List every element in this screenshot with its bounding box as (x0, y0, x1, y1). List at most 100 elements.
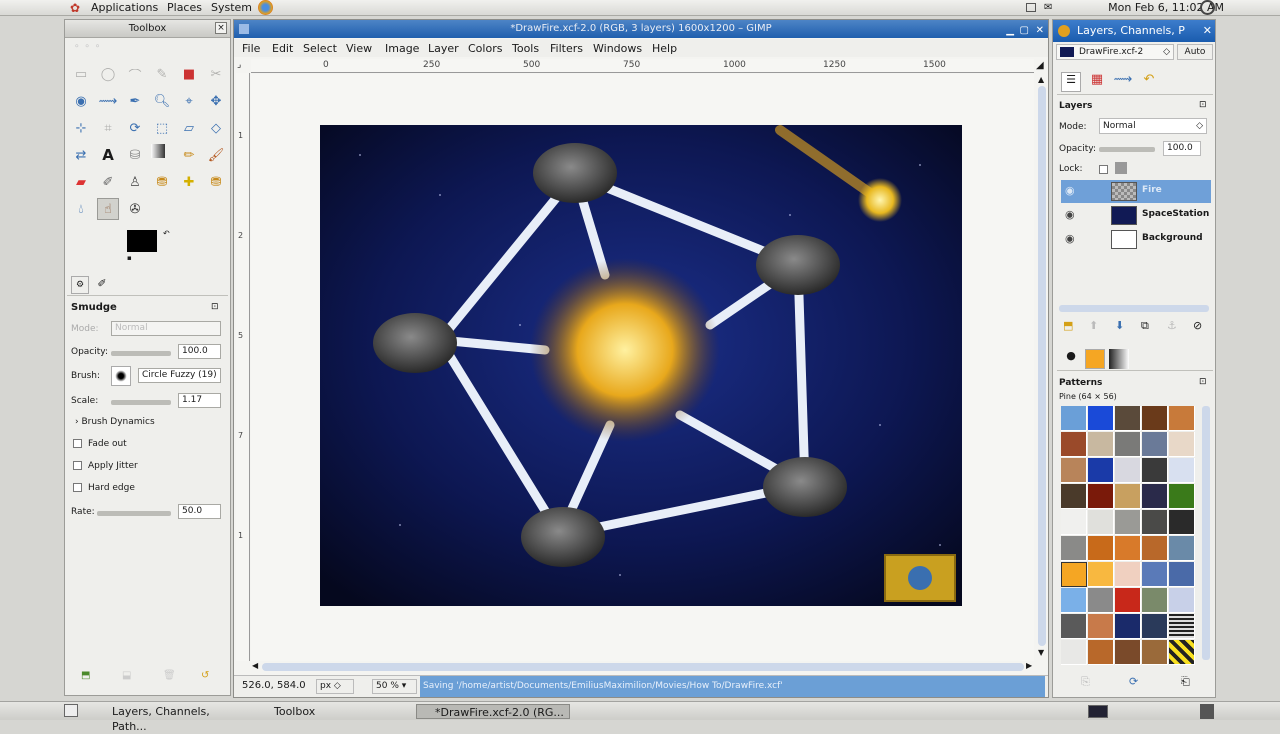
visibility-eye-icon[interactable]: ◉ (1065, 232, 1075, 245)
restore-options-icon[interactable]: ⬓ (122, 670, 131, 681)
pattern-swatch[interactable] (1169, 562, 1195, 587)
navigate-icon[interactable]: ◢ (1036, 60, 1044, 71)
fade-out-checkbox[interactable] (73, 439, 82, 448)
flip-icon[interactable]: ⇄ (70, 144, 92, 166)
pattern-swatch[interactable] (1115, 406, 1141, 431)
pattern-swatch[interactable] (1115, 640, 1141, 665)
close-window-icon[interactable]: ✕ (1036, 22, 1044, 40)
minimize-icon[interactable]: ▁ (1006, 22, 1014, 40)
pattern-swatch[interactable] (1169, 432, 1195, 457)
brushes-tab-icon[interactable]: ● (1061, 349, 1081, 369)
tool-options-menu-icon[interactable]: ⊡ (211, 302, 219, 312)
hard-edge-checkbox[interactable] (73, 483, 82, 492)
airbrush-icon[interactable]: ✐ (97, 171, 119, 193)
zoom-icon[interactable]: 🔍︎ (151, 90, 173, 112)
paths-tab-icon[interactable]: ⟿ (1113, 72, 1133, 92)
menu-select[interactable]: Select (303, 42, 337, 55)
duplicate-layer-icon[interactable]: ⧉ (1141, 319, 1149, 333)
save-options-icon[interactable]: ⬒ (81, 670, 90, 681)
gradients-tab-icon[interactable] (1109, 349, 1129, 369)
reset-options-icon[interactable]: ↺ (201, 670, 209, 681)
pattern-swatch[interactable] (1169, 640, 1195, 665)
rate-field[interactable]: 50.0 (178, 504, 221, 519)
scale-icon[interactable]: ⬚ (151, 117, 173, 139)
text-icon[interactable]: A (97, 144, 119, 166)
rect-select-icon[interactable]: ▭ (70, 63, 92, 85)
pattern-swatch[interactable] (1169, 588, 1195, 613)
fade-out-option[interactable]: Fade out (73, 439, 127, 449)
menu-system[interactable]: System (211, 1, 252, 14)
menu-help[interactable]: Help (652, 42, 677, 55)
menu-layer[interactable]: Layer (428, 42, 459, 55)
auto-button[interactable]: Auto (1177, 44, 1213, 60)
dodge-burn-icon[interactable]: ✇ (124, 198, 146, 220)
power-icon[interactable] (1200, 0, 1215, 15)
pattern-swatch[interactable] (1088, 406, 1114, 431)
rotate-icon[interactable]: ⟳ (124, 117, 146, 139)
new-layer-icon[interactable]: ⬒ (1063, 319, 1073, 332)
menu-view[interactable]: View (346, 42, 372, 55)
maximize-icon[interactable]: ▢ (1020, 22, 1029, 40)
foreground-select-icon[interactable]: ◉ (70, 90, 92, 112)
hard-edge-option[interactable]: Hard edge (73, 483, 135, 493)
pattern-swatch[interactable] (1169, 484, 1195, 509)
delete-options-icon[interactable]: 🗑︎ (163, 670, 176, 681)
perspective-icon[interactable]: ◇ (205, 117, 227, 139)
window-list-icon[interactable] (1026, 3, 1036, 12)
menu-colors[interactable]: Colors (468, 42, 502, 55)
scroll-left-icon[interactable]: ◀ (252, 661, 258, 670)
unit-selector[interactable]: px ◇ (316, 679, 354, 694)
pattern-swatch[interactable] (1115, 510, 1141, 535)
pattern-swatch[interactable] (1142, 640, 1168, 665)
close-icon[interactable]: × (215, 22, 227, 34)
pattern-swatch[interactable] (1088, 432, 1114, 457)
pattern-swatch[interactable] (1061, 458, 1087, 483)
patterns-tab-icon[interactable] (1085, 349, 1105, 369)
measure-icon[interactable]: ⌖ (178, 90, 200, 112)
pattern-swatch[interactable] (1088, 640, 1114, 665)
menu-filters[interactable]: Filters (550, 42, 583, 55)
eraser-icon[interactable]: ▰ (70, 171, 92, 193)
crop-icon[interactable]: ⌗ (97, 117, 119, 139)
pattern-swatch[interactable] (1115, 536, 1141, 561)
panel-menu-icon[interactable]: ⊡ (1199, 377, 1207, 387)
pattern-swatch[interactable] (1169, 536, 1195, 561)
device-status-tab-icon[interactable]: ✐ (93, 276, 111, 294)
brush-preview[interactable] (111, 366, 131, 386)
paths-icon[interactable]: ⟿ (97, 90, 119, 112)
task-toolbox[interactable]: Toolbox (256, 704, 376, 719)
task-image-window[interactable]: *DrawFire.xcf-2.0 (RG... (416, 704, 570, 719)
layer-row-background[interactable]: ◉ Background (1061, 228, 1211, 251)
menu-places[interactable]: Places (167, 1, 202, 14)
pattern-swatch[interactable] (1061, 562, 1087, 587)
pattern-swatch[interactable] (1088, 588, 1114, 613)
perspective-clone-icon[interactable]: ⛃ (205, 171, 227, 193)
pattern-swatch[interactable] (1142, 458, 1168, 483)
image-window-titlebar[interactable]: *DrawFire.xcf-2.0 (RGB, 3 layers) 1600x1… (234, 20, 1048, 38)
apply-jitter-checkbox[interactable] (73, 461, 82, 470)
workspace-switcher[interactable] (1088, 705, 1108, 718)
image-canvas[interactable] (320, 125, 962, 606)
pattern-swatch[interactable] (1115, 458, 1141, 483)
visibility-eye-icon[interactable]: ◉ (1065, 184, 1075, 197)
menu-windows[interactable]: Windows (593, 42, 642, 55)
pattern-swatch[interactable] (1142, 562, 1168, 587)
menu-file[interactable]: File (242, 42, 260, 55)
blend-icon[interactable] (151, 144, 165, 158)
blur-icon[interactable]: 💧︎ (70, 198, 92, 220)
color-picker-icon[interactable]: ✒ (124, 90, 146, 112)
scroll-down-icon[interactable]: ▼ (1038, 648, 1044, 657)
vertical-ruler[interactable]: 1 2 5 7 1 (236, 73, 250, 661)
raise-layer-icon[interactable]: ⬆ (1089, 319, 1098, 332)
layer-opacity-field[interactable]: 100.0 (1163, 141, 1201, 156)
pattern-swatch[interactable] (1061, 484, 1087, 509)
layers-window-titlebar[interactable]: Layers, Channels, P ✕ (1053, 20, 1215, 42)
pencil-icon[interactable]: ✏ (178, 144, 200, 166)
channels-tab-icon[interactable]: ▦ (1087, 72, 1107, 92)
pattern-swatch[interactable] (1142, 536, 1168, 561)
scroll-right-icon[interactable]: ▶ (1026, 661, 1032, 670)
panel-menu-icon[interactable]: ⊡ (1199, 100, 1207, 110)
lock-pattern-icon[interactable] (1115, 162, 1127, 174)
pattern-swatch[interactable] (1061, 536, 1087, 561)
lock-alpha-checkbox[interactable] (1099, 165, 1108, 174)
